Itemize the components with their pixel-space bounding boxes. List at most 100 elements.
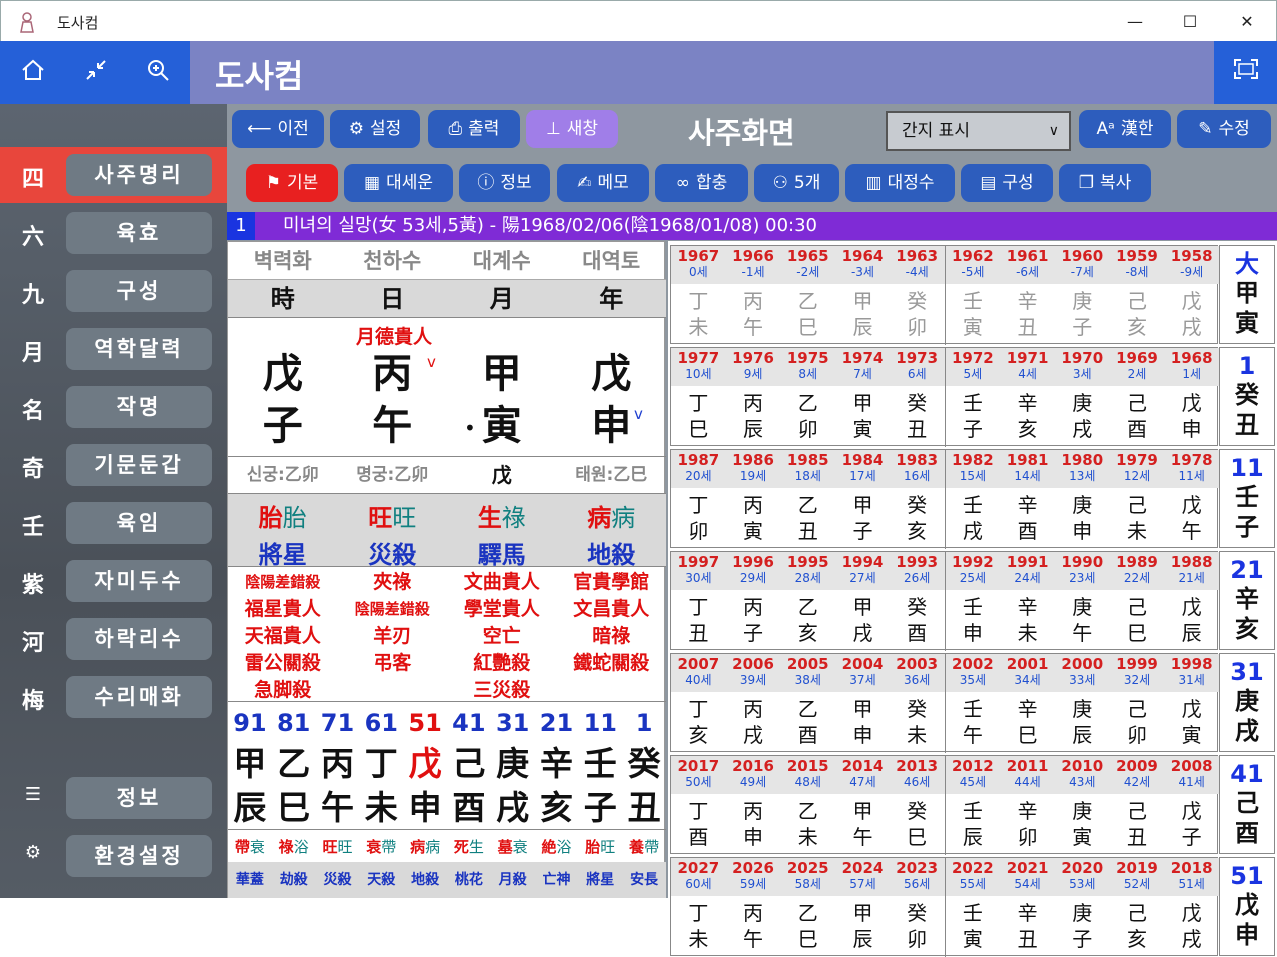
five-button[interactable]: ⚇ 5개	[754, 164, 839, 202]
display-select[interactable]: 간지 표시 ∨	[886, 111, 1071, 151]
basic-button[interactable]: ⚑ 기본	[246, 164, 338, 202]
year-number: 2023	[896, 859, 939, 877]
settings-button[interactable]: ⚙ 설정	[330, 110, 420, 148]
daeun-stem-cell: 戊	[408, 744, 442, 783]
year-age: 55세	[959, 877, 987, 891]
ganji-cell: 戊寅	[1164, 692, 1219, 753]
year-age: 3세	[1072, 367, 1092, 381]
daeun-stem: 甲乙丙丁戊己庚辛壬癸	[228, 742, 666, 786]
zoom-in-icon[interactable]	[143, 57, 173, 87]
ganji-cell: 己巳	[1110, 590, 1165, 651]
text-size-icon: Aᵃ	[1096, 119, 1115, 139]
sidebar-item[interactable]: 名 작명	[0, 379, 227, 435]
copy-label: 복사	[1099, 173, 1132, 193]
sidebar-bottom-item[interactable]: ☰ 정보	[0, 770, 227, 826]
year-cell: 1962 -5세	[944, 246, 1001, 284]
gusung-button[interactable]: ▤ 구성	[961, 164, 1053, 202]
year-cell: 2020 53세	[1055, 858, 1110, 896]
gung-shin: 신궁:乙卯	[246, 465, 319, 485]
year-block[interactable]: 1997 30세 1996 29세 1995 28세 1994 27세 1993 26세 1992 2…	[670, 551, 1219, 651]
stem-row-cell: 戊	[591, 351, 632, 397]
year-block[interactable]: 1977 10세 1976 9세 1975 8세 1974 7세 1973 6세 1972 5세 197…	[670, 347, 1219, 447]
sidebar-item[interactable]: 九 구성	[0, 263, 227, 319]
gilsin-item: 陰陽差錯殺	[354, 600, 430, 618]
copy-button[interactable]: ❐ 복사	[1059, 164, 1151, 202]
ganji-stem: 丁	[688, 289, 709, 313]
daeun-us-sub: 浴	[293, 838, 309, 856]
year-age: 29세	[739, 571, 767, 585]
year-block[interactable]: 2017 50세 2016 49세 2015 48세 2014 47세 2013 46세 2012 4…	[670, 755, 1219, 855]
sidebar-item[interactable]: 月 역학달력	[0, 321, 227, 377]
edit-button[interactable]: ✎ 수정	[1177, 110, 1271, 148]
year-number: 1988	[1170, 553, 1213, 571]
sidebar-item[interactable]: 河 하락리수	[0, 611, 227, 667]
daeun-us-main: 衰	[366, 838, 382, 856]
daejeongsu-label: 대정수	[887, 173, 935, 193]
year-header-row: 1967 0세 1966 -1세 1965 -2세 1964 -3세 1963 -4세 1962 -5…	[671, 246, 1219, 284]
ganji-branch: 丑	[797, 519, 818, 543]
ganji-branch: 寅	[743, 519, 764, 543]
sidebar-item[interactable]: 奇 기문둔갑	[0, 437, 227, 493]
sidebar-item[interactable]: 紫 자미두수	[0, 553, 227, 609]
ganji-branch: 戌	[1181, 927, 1202, 951]
ganji-cell: 丁卯	[671, 488, 726, 549]
sidebar-item[interactable]: 六 육효	[0, 205, 227, 261]
close-button[interactable]: ✕	[1225, 7, 1269, 37]
shrink-icon[interactable]	[81, 57, 111, 87]
hapchung-button[interactable]: ∞ 합충	[655, 164, 748, 202]
maximize-button[interactable]: ☐	[1168, 7, 1212, 37]
home-icon[interactable]	[18, 57, 48, 87]
year-number: 1986	[732, 451, 774, 469]
year-number: 1959	[1116, 247, 1158, 265]
new-window-button[interactable]: ⊥ 새창	[526, 110, 618, 148]
print-button[interactable]: ⎙ 출력	[428, 110, 520, 148]
year-number: 2018	[1170, 859, 1213, 877]
year-age: 59세	[739, 877, 767, 891]
ganji-branch: 亥	[1126, 315, 1147, 339]
ganji-stem: 乙	[797, 493, 818, 517]
year-number: 2001	[1006, 655, 1049, 673]
ganji-stem: 壬	[962, 391, 983, 415]
daeun-us-sub: 浴	[556, 838, 572, 856]
year-block[interactable]: 2027 60세 2026 59세 2025 58세 2024 57세 2023 56세 2022 5…	[670, 857, 1219, 957]
daeun-age-cell: 71	[320, 709, 355, 737]
year-number: 1969	[1116, 349, 1158, 367]
daejeongsu-button[interactable]: ▥ 대정수	[845, 164, 955, 202]
daeseun-button[interactable]: ▦ 대세운	[344, 164, 453, 202]
year-block[interactable]: 1967 0세 1966 -1세 1965 -2세 1964 -3세 1963 -4세 1962 -5…	[670, 245, 1219, 345]
sidebar-item[interactable]: 四 사주명리	[0, 147, 227, 203]
info-button[interactable]: ⓘ 정보	[459, 164, 550, 202]
ganji-stem: 甲	[852, 391, 873, 415]
daeun-age-cell: 21	[539, 709, 574, 737]
ganji-branch: 申	[743, 825, 764, 849]
year-block[interactable]: 2007 40세 2006 39세 2005 38세 2004 37세 2003 36세 2002 3…	[670, 653, 1219, 753]
ganji-stem: 甲	[852, 493, 873, 517]
year-cell: 2006 39세	[726, 654, 781, 692]
ganji-branch: 亥	[688, 723, 709, 747]
daeun-unseong-cell: 病病	[403, 832, 447, 862]
year-age: 17세	[849, 469, 876, 483]
gilsin-item: 陰陽差錯殺	[245, 573, 321, 591]
ganji-cell: 戊申	[1164, 386, 1219, 447]
ganji-stem: 丁	[688, 901, 709, 925]
daeun-us-sub: 旺	[600, 838, 616, 856]
ganji-branch: 亥	[1126, 927, 1147, 951]
hanja-button[interactable]: Aᵃ 漢한	[1079, 110, 1171, 148]
prev-button[interactable]: ⟵ 이전	[232, 110, 324, 148]
fullscreen-icon[interactable]	[1214, 41, 1277, 104]
year-age: -1세	[741, 265, 765, 279]
year-age: 6세	[907, 367, 927, 381]
sidebar-item[interactable]: 壬 육임	[0, 495, 227, 551]
ganji-cell: 庚辰	[1055, 692, 1110, 753]
year-age: -5세	[961, 265, 985, 279]
daeun-branch: 申	[1235, 921, 1259, 949]
year-age: 18세	[794, 469, 821, 483]
ganji-stem: 丁	[688, 391, 709, 415]
sidebar-bottom-item[interactable]: ⚙ 환경설정	[0, 828, 227, 884]
ganji-branch: 子	[1181, 825, 1202, 849]
minimize-button[interactable]: —	[1113, 7, 1157, 37]
year-block[interactable]: 1987 20세 1986 19세 1985 18세 1984 17세 1983 16세 1982 1…	[670, 449, 1219, 549]
memo-button[interactable]: ✍ 메모	[557, 164, 649, 202]
ganji-branch: 酉	[688, 825, 709, 849]
sidebar-item[interactable]: 梅 수리매화	[0, 669, 227, 725]
